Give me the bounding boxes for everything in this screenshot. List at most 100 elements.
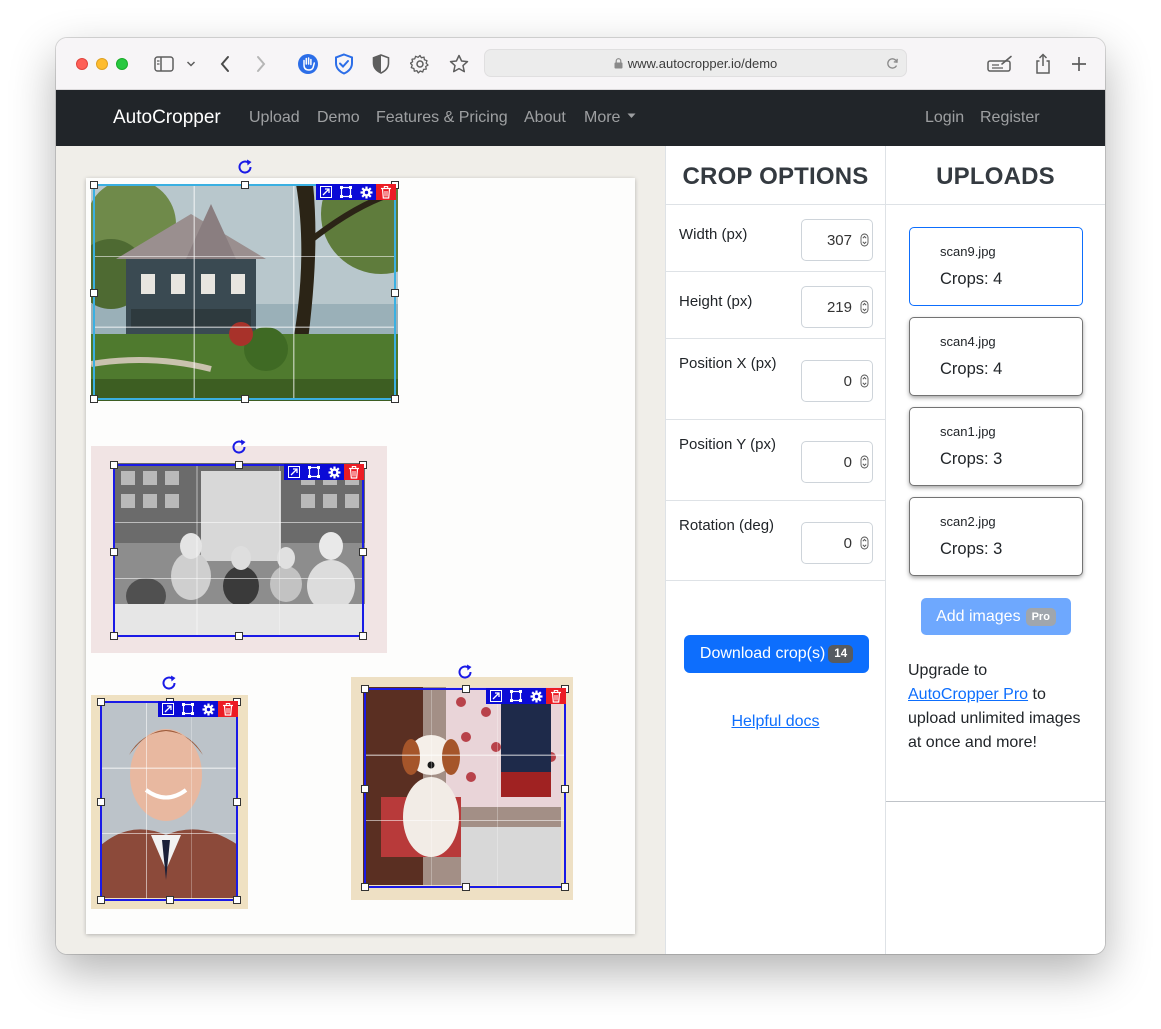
- width-input[interactable]: 307: [801, 219, 873, 261]
- resize-handle[interactable]: [561, 883, 569, 891]
- resize-handle[interactable]: [361, 685, 369, 693]
- back-icon[interactable]: [216, 52, 234, 76]
- resize-handle[interactable]: [97, 698, 105, 706]
- delete-icon[interactable]: [376, 184, 396, 200]
- crop-box-1[interactable]: [90, 181, 399, 403]
- address-bar[interactable]: www.autocropper.io/demo: [484, 49, 907, 77]
- resize-handle[interactable]: [110, 461, 118, 469]
- delete-icon[interactable]: [218, 701, 238, 717]
- crop-box-3[interactable]: [97, 698, 241, 904]
- reload-icon[interactable]: [886, 57, 900, 71]
- position-y-input[interactable]: 0: [801, 441, 873, 483]
- resize-handle[interactable]: [90, 289, 98, 297]
- crop-box-4[interactable]: [361, 685, 569, 891]
- resize-handle[interactable]: [97, 896, 105, 904]
- autocropper-pro-link[interactable]: AutoCropper Pro: [908, 686, 1028, 703]
- rotate-icon[interactable]: [456, 663, 474, 681]
- minimize-window-button[interactable]: [96, 58, 108, 70]
- resize-handle[interactable]: [166, 896, 174, 904]
- add-images-button[interactable]: Add images Pro: [921, 598, 1071, 635]
- nav-about[interactable]: About: [524, 109, 566, 127]
- resize-handle[interactable]: [241, 395, 249, 403]
- delete-icon[interactable]: [344, 464, 364, 480]
- settings-icon[interactable]: [198, 701, 218, 717]
- resize-handle[interactable]: [235, 632, 243, 640]
- resize-handle[interactable]: [97, 798, 105, 806]
- upload-card-scan9[interactable]: scan9.jpg Crops: 4: [909, 227, 1083, 306]
- browser-toolbar: www.autocropper.io/demo: [56, 38, 1105, 90]
- settings-icon[interactable]: [356, 184, 376, 200]
- gear-icon[interactable]: [409, 52, 431, 76]
- fit-icon[interactable]: [506, 688, 526, 704]
- brand-logo[interactable]: AutoCropper: [113, 107, 221, 129]
- resize-handle[interactable]: [391, 395, 399, 403]
- settings-icon[interactable]: [526, 688, 546, 704]
- resize-handle[interactable]: [359, 548, 367, 556]
- expand-icon[interactable]: [486, 688, 506, 704]
- rotate-icon[interactable]: [160, 674, 178, 692]
- nav-demo[interactable]: Demo: [317, 109, 360, 127]
- resize-handle[interactable]: [241, 181, 249, 189]
- chevron-down-icon[interactable]: [185, 52, 197, 76]
- crop-canvas[interactable]: [56, 146, 665, 954]
- upload-filename: scan2.jpg: [940, 514, 996, 529]
- spinner-icon[interactable]: [860, 233, 869, 247]
- resize-handle[interactable]: [462, 883, 470, 891]
- resize-handle[interactable]: [233, 896, 241, 904]
- nav-upload[interactable]: Upload: [249, 109, 300, 127]
- uploads-title: UPLOADS: [936, 163, 1055, 190]
- expand-icon[interactable]: [316, 184, 336, 200]
- rotation-input[interactable]: 0: [801, 522, 873, 564]
- helpful-docs-link[interactable]: Helpful docs: [666, 713, 885, 731]
- resize-handle[interactable]: [391, 289, 399, 297]
- fit-icon[interactable]: [178, 701, 198, 717]
- resize-handle[interactable]: [90, 395, 98, 403]
- rotate-icon[interactable]: [230, 438, 248, 456]
- nav-features-pricing[interactable]: Features & Pricing: [376, 109, 508, 127]
- rotate-icon[interactable]: [236, 158, 254, 176]
- nav-register[interactable]: Register: [980, 109, 1040, 127]
- url-text: www.autocropper.io/demo: [485, 56, 906, 71]
- close-window-button[interactable]: [76, 58, 88, 70]
- crop-box-2[interactable]: [110, 461, 367, 640]
- forward-icon[interactable]: [252, 52, 270, 76]
- expand-icon[interactable]: [284, 464, 304, 480]
- resize-handle[interactable]: [233, 798, 241, 806]
- nav-login[interactable]: Login: [925, 109, 964, 127]
- position-x-input[interactable]: 0: [801, 360, 873, 402]
- height-input[interactable]: 219: [801, 286, 873, 328]
- fit-icon[interactable]: [336, 184, 356, 200]
- resize-handle[interactable]: [561, 785, 569, 793]
- spinner-icon[interactable]: [860, 455, 869, 469]
- shield-check-icon[interactable]: [332, 52, 356, 76]
- resize-handle[interactable]: [110, 632, 118, 640]
- upload-card-scan2[interactable]: scan2.jpg Crops: 3: [909, 497, 1083, 576]
- spinner-icon[interactable]: [860, 536, 869, 550]
- hand-extension-icon[interactable]: [296, 52, 320, 76]
- upload-card-scan4[interactable]: scan4.jpg Crops: 4: [909, 317, 1083, 396]
- resize-handle[interactable]: [361, 785, 369, 793]
- share-icon[interactable]: [1032, 52, 1054, 76]
- settings-icon[interactable]: [324, 464, 344, 480]
- delete-icon[interactable]: [546, 688, 566, 704]
- expand-icon[interactable]: [158, 701, 178, 717]
- crop-count-badge: 14: [828, 645, 854, 663]
- new-tab-icon[interactable]: [1069, 52, 1089, 76]
- resize-handle[interactable]: [235, 461, 243, 469]
- fit-icon[interactable]: [304, 464, 324, 480]
- upload-card-scan1[interactable]: scan1.jpg Crops: 3: [909, 407, 1083, 486]
- zoom-window-button[interactable]: [116, 58, 128, 70]
- bookmark-star-icon[interactable]: [448, 52, 470, 76]
- sidebar-toggle-icon[interactable]: [153, 52, 175, 76]
- half-shield-icon[interactable]: [370, 52, 392, 76]
- spinner-icon[interactable]: [860, 300, 869, 314]
- notes-extension-icon[interactable]: [986, 52, 1014, 76]
- resize-handle[interactable]: [359, 632, 367, 640]
- spinner-icon[interactable]: [860, 374, 869, 388]
- resize-handle[interactable]: [90, 181, 98, 189]
- nav-more-dropdown[interactable]: More: [584, 109, 636, 127]
- download-crops-button[interactable]: Download crop(s) 14: [684, 635, 869, 673]
- resize-handle[interactable]: [110, 548, 118, 556]
- resize-handle[interactable]: [361, 883, 369, 891]
- resize-handle[interactable]: [462, 685, 470, 693]
